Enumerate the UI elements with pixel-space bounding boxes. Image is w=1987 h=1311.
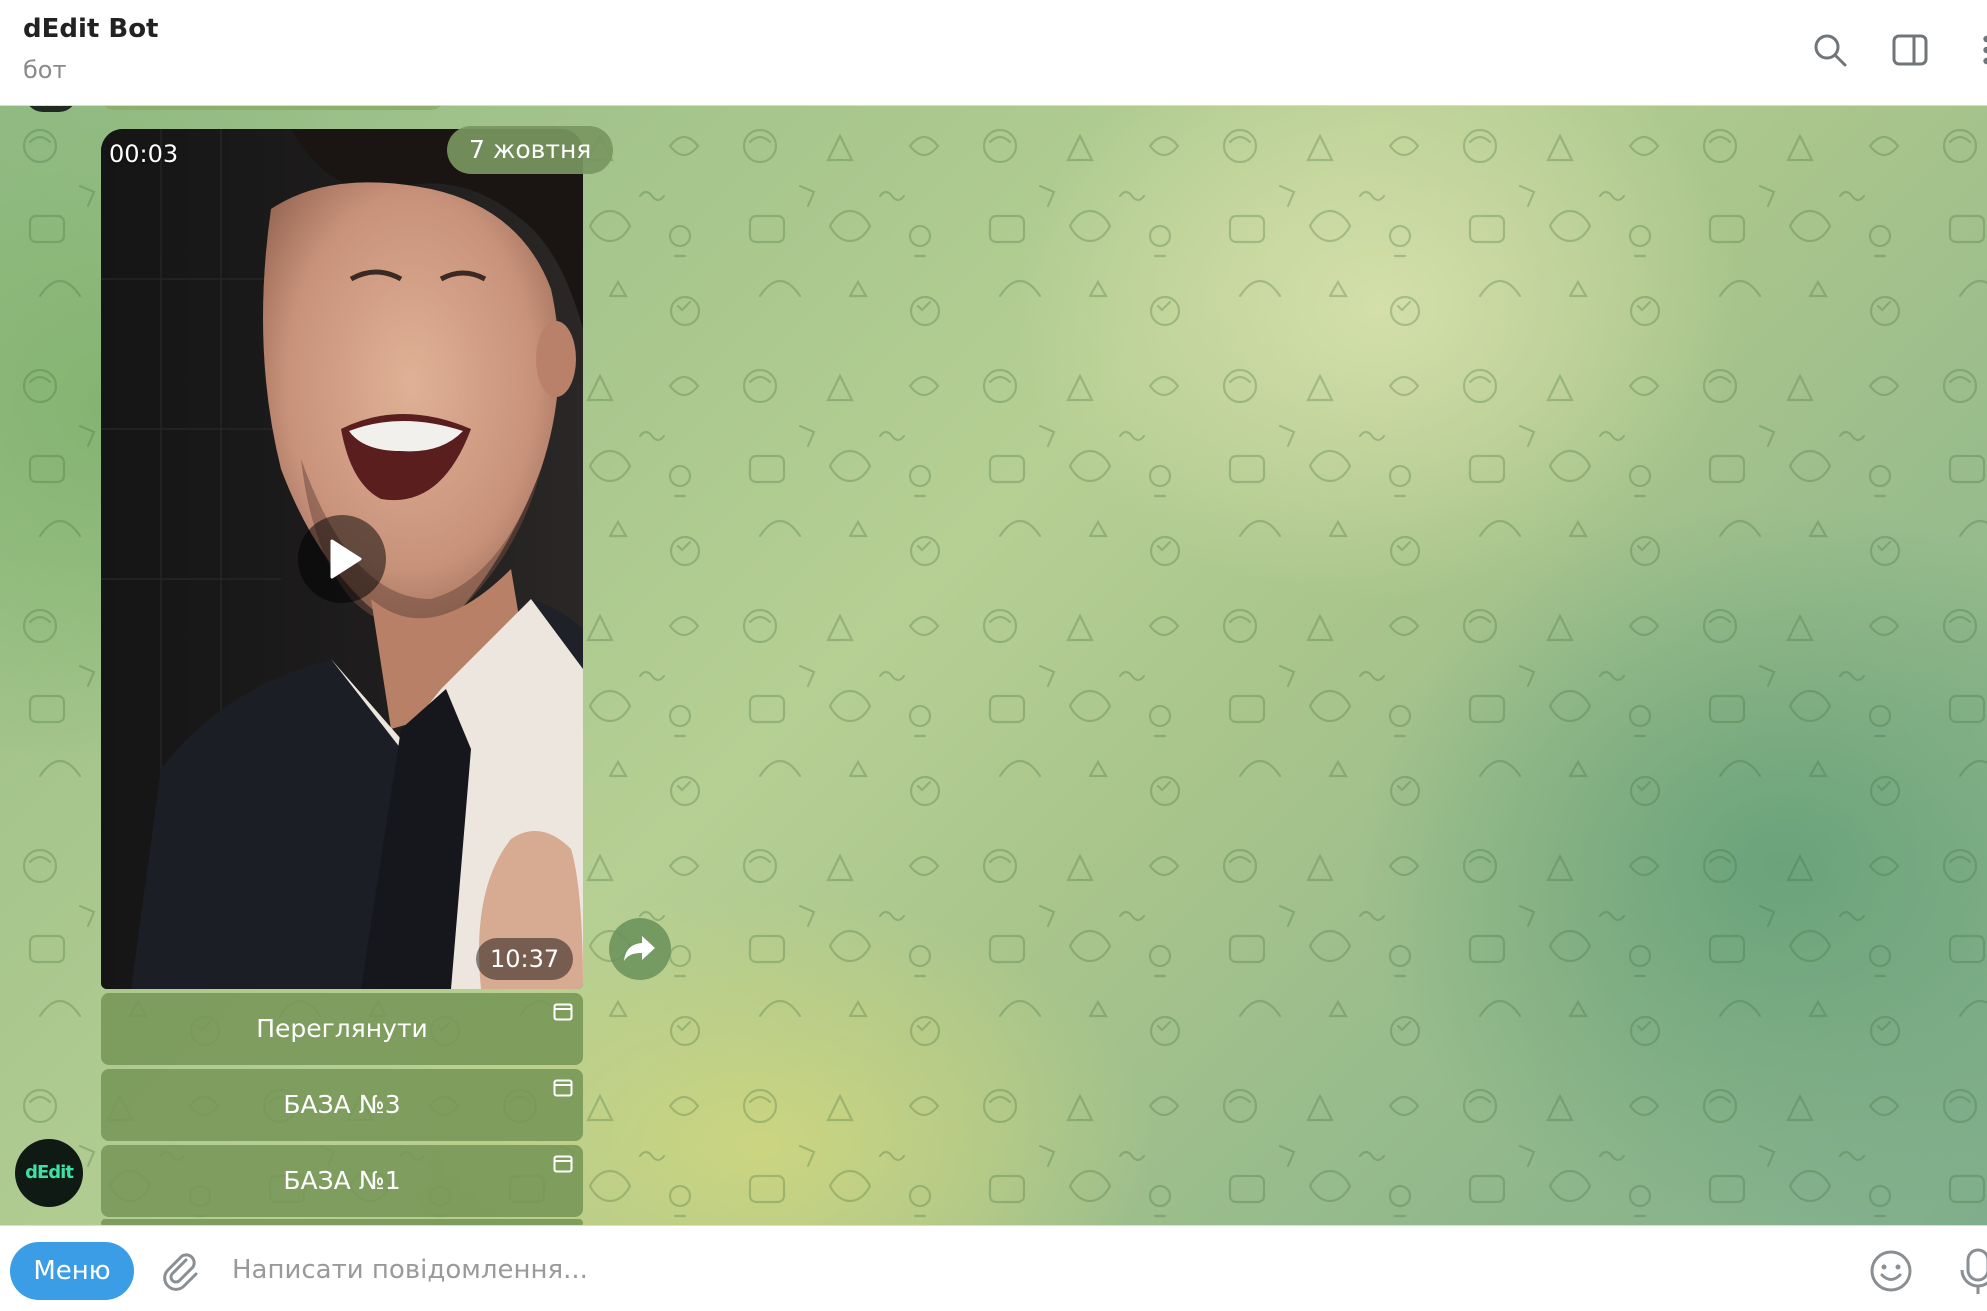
chat-title[interactable]: dEdit Bot — [23, 14, 158, 44]
inline-button-base-1[interactable]: БАЗА №1 — [101, 1145, 583, 1217]
inline-button-base-3[interactable]: БАЗА №3 — [101, 1069, 583, 1141]
play-icon — [330, 539, 362, 579]
message-composer: Меню — [0, 1225, 1987, 1311]
inline-button-label: БАЗА №3 — [283, 1090, 401, 1119]
forward-button[interactable] — [609, 918, 671, 980]
web-app-icon — [553, 1079, 573, 1097]
search-icon[interactable] — [1810, 30, 1850, 70]
paperclip-icon[interactable] — [156, 1246, 204, 1294]
inline-button-view[interactable]: Переглянути — [101, 993, 583, 1065]
avatar[interactable]: dEdit — [15, 1139, 83, 1207]
emoji-icon[interactable] — [1868, 1248, 1914, 1294]
bot-menu-button[interactable]: Меню — [10, 1242, 134, 1300]
message-input[interactable] — [232, 1244, 1812, 1296]
date-chip[interactable]: 7 жовтня — [447, 126, 614, 174]
inline-button-label: Переглянути — [256, 1014, 428, 1043]
video-current-time: 00:03 — [109, 140, 179, 168]
telegram-window: dEdit Bot бот 7 жовтня dEdit 00:03 10:37… — [0, 0, 1987, 1311]
web-app-icon — [553, 1155, 573, 1173]
chat-subtitle: бот — [23, 56, 67, 84]
microphone-icon[interactable] — [1958, 1246, 1987, 1296]
more-menu-icon[interactable] — [1960, 30, 1987, 70]
sidebar-toggle-icon[interactable] — [1890, 30, 1930, 70]
video-duration: 10:37 — [476, 938, 574, 980]
inline-button-label: БАЗА №1 — [283, 1166, 401, 1195]
chat-header: dEdit Bot бот — [0, 0, 1987, 106]
play-button[interactable] — [298, 515, 386, 603]
web-app-icon — [553, 1003, 573, 1021]
